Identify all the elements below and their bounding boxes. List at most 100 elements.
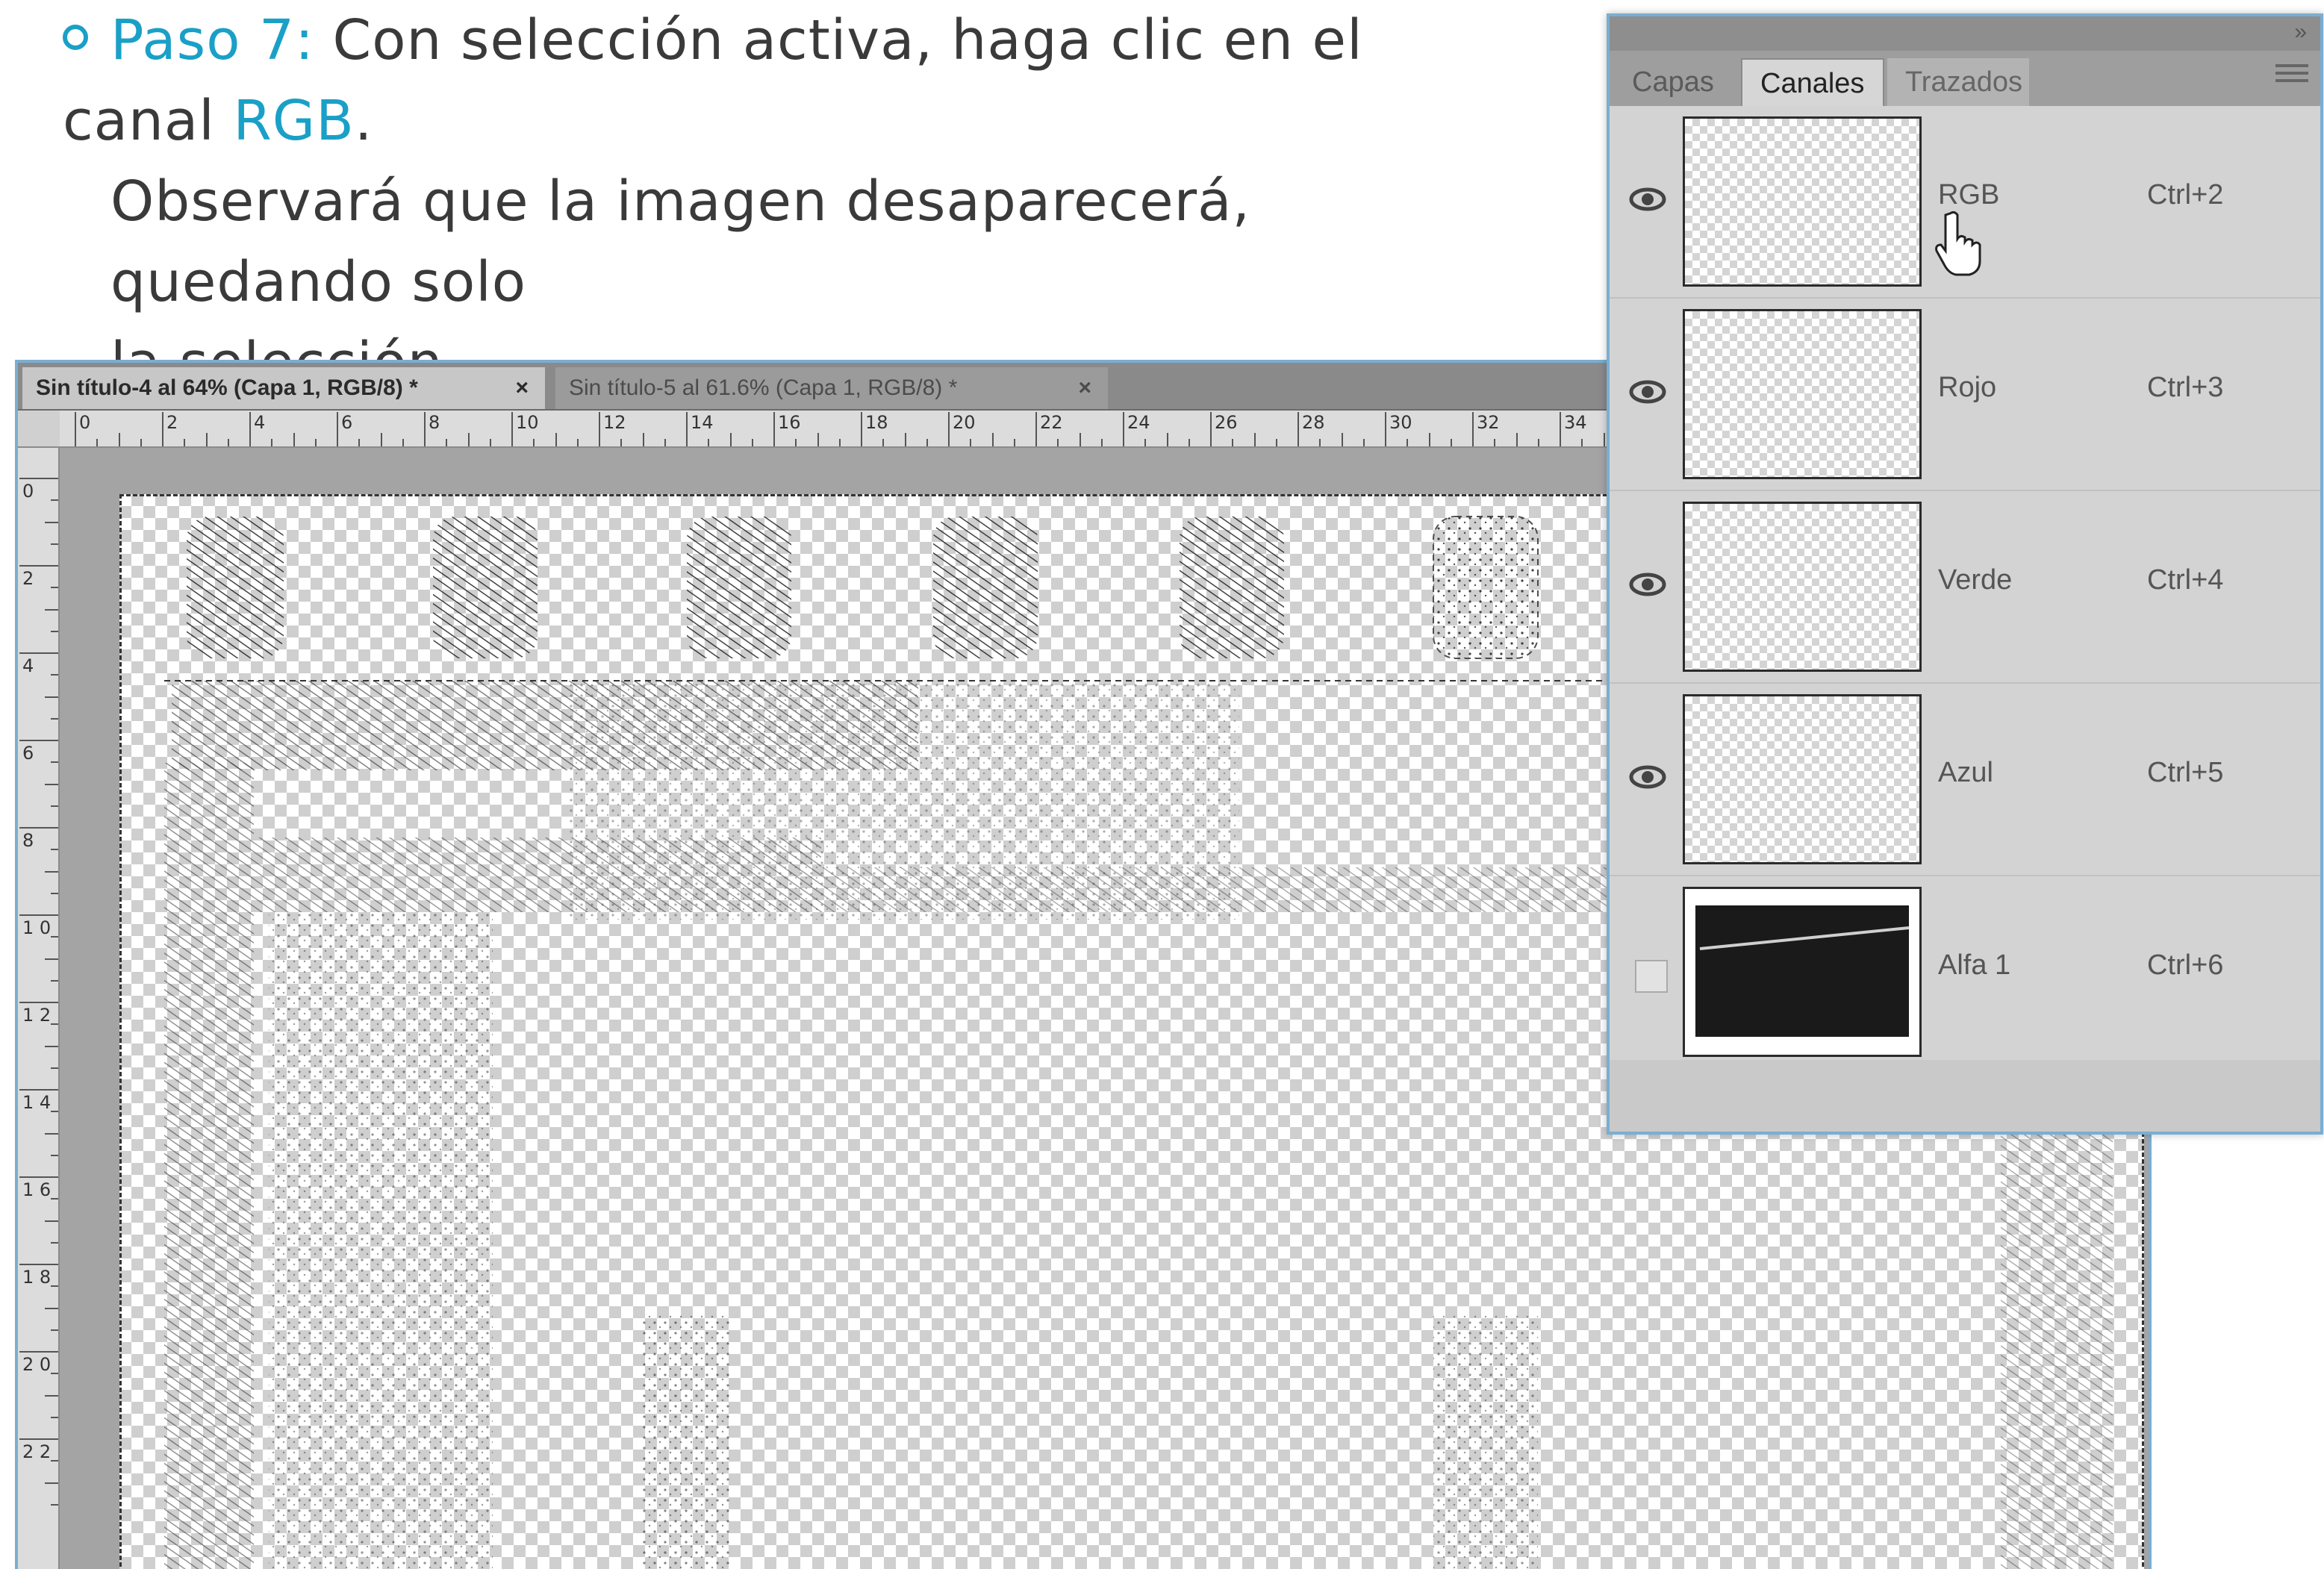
ruler-minor-tick: [51, 1373, 58, 1375]
ruler-corner[interactable]: [18, 411, 61, 448]
close-icon[interactable]: ×: [1078, 367, 1091, 409]
ruler-minor-tick: [51, 892, 58, 894]
eye-icon[interactable]: [1626, 755, 1669, 799]
ruler-minor-tick: [1079, 433, 1081, 446]
ruler-minor-tick: [205, 433, 208, 446]
ruler-minor-tick: [555, 433, 557, 446]
ruler-tick: [1560, 412, 1561, 446]
eye-icon[interactable]: [1626, 178, 1669, 221]
ruler-tick: [19, 827, 58, 829]
channel-row-azul[interactable]: Azul Ctrl+5: [1610, 684, 2320, 876]
ruler-label: 2 2: [22, 1441, 52, 1462]
ruler-minor-tick: [1362, 439, 1365, 446]
ruler-minor-tick: [795, 439, 797, 446]
ruler-minor-tick: [51, 849, 58, 851]
ruler-label: 32: [1477, 412, 1500, 433]
ruler-minor-tick: [467, 433, 470, 446]
ruler-label: 12: [603, 412, 626, 433]
panel-menu-icon[interactable]: [2275, 64, 2308, 87]
channel-thumbnail-alpha: [1683, 887, 1922, 1057]
ruler-minor-tick: [1406, 439, 1409, 446]
ruler-tick: [1035, 412, 1037, 446]
ruler-tick: [249, 412, 251, 446]
ruler-minor-tick: [140, 439, 142, 446]
close-icon[interactable]: ×: [515, 367, 529, 409]
channel-row-verde[interactable]: Verde Ctrl+4: [1610, 491, 2320, 684]
eye-icon[interactable]: [1626, 370, 1669, 414]
ruler-label: 6: [341, 412, 353, 433]
ruler-minor-tick: [1013, 439, 1015, 446]
channels-panel: » Capas Canales Trazados RGB Ctrl+2 Rojo…: [1607, 13, 2323, 1135]
ruler-minor-tick: [51, 1241, 58, 1244]
channel-row-rgb[interactable]: RGB Ctrl+2: [1610, 106, 2320, 299]
ruler-label: 20: [953, 412, 976, 433]
collapse-icon[interactable]: »: [2294, 19, 2307, 45]
ruler-label: 2 0: [22, 1354, 52, 1375]
eye-icon[interactable]: [1626, 563, 1669, 606]
ruler-minor-tick: [642, 433, 644, 446]
ruler-tick: [424, 412, 426, 446]
ruler-minor-tick: [1581, 439, 1583, 446]
ruler-label: 14: [691, 412, 714, 433]
tab-trazados[interactable]: Trazados: [1887, 58, 2029, 106]
ruler-label: 1 2: [22, 1005, 52, 1026]
vertical-ruler[interactable]: 0 2 4 6 8 1 0 1 2 1 4 1 6 1 8 2 0 2 2: [18, 448, 60, 1569]
ruler-minor-tick: [380, 433, 382, 446]
ruler-label: 8: [22, 830, 34, 851]
ruler-tick: [686, 412, 688, 446]
ruler-minor-tick: [1494, 439, 1496, 446]
visibility-toggle-off[interactable]: [1635, 960, 1668, 993]
channel-thumbnail: [1683, 694, 1922, 864]
ruler-minor-tick: [51, 674, 58, 676]
ruler-minor-tick: [118, 433, 120, 446]
ruler-minor-tick: [1515, 433, 1518, 446]
channel-shortcut: Ctrl+3: [2147, 372, 2224, 403]
ruler-tick: [1123, 412, 1124, 446]
ruler-tick: [19, 1089, 58, 1091]
ruler-minor-tick: [1450, 439, 1452, 446]
ruler-minor-tick: [45, 783, 58, 785]
panel-title-bar[interactable]: »: [1610, 16, 2320, 51]
ruler-minor-tick: [446, 439, 448, 446]
ruler-minor-tick: [708, 439, 710, 446]
channel-shortcut: Ctrl+4: [2147, 564, 2224, 596]
ruler-tick: [1472, 412, 1474, 446]
ruler-minor-tick: [1144, 439, 1147, 446]
ruler-minor-tick: [1253, 433, 1256, 446]
ruler-tick: [1297, 412, 1299, 446]
document-tab-label: Sin título-4 al 64% (Capa 1, RGB/8) *: [36, 375, 418, 400]
channel-thumbnail: [1683, 502, 1922, 672]
document-tab-active[interactable]: Sin título-4 al 64% (Capa 1, RGB/8) * ×: [22, 367, 545, 409]
ruler-minor-tick: [1319, 439, 1321, 446]
ruler-label: 1 6: [22, 1179, 52, 1200]
ruler-tick: [511, 412, 513, 446]
ruler-minor-tick: [991, 433, 994, 446]
ruler-tick: [337, 412, 338, 446]
hand-pointer-icon: [1935, 210, 1981, 276]
ruler-label: 2: [22, 568, 34, 589]
ruler-label: 2: [166, 412, 178, 433]
channel-list: RGB Ctrl+2 Rojo Ctrl+3 Verde Ctrl+4 Azul…: [1610, 106, 2320, 1069]
channel-thumbnail: [1683, 309, 1922, 479]
channel-row-rojo[interactable]: Rojo Ctrl+3: [1610, 299, 2320, 491]
tab-capas[interactable]: Capas: [1614, 58, 1738, 106]
ruler-tick: [773, 412, 775, 446]
ruler-minor-tick: [51, 936, 58, 938]
ruler-minor-tick: [314, 439, 317, 446]
tab-canales[interactable]: Canales: [1741, 58, 1884, 106]
document-tab-inactive[interactable]: Sin título-5 al 61.6% (Capa 1, RGB/8) * …: [555, 367, 1108, 409]
ruler-tick: [19, 914, 58, 916]
channel-row-alfa-1[interactable]: Alfa 1 Ctrl+6: [1610, 876, 2320, 1069]
channel-name: Rojo: [1938, 372, 1997, 403]
ruler-minor-tick: [1603, 433, 1605, 446]
ruler-minor-tick: [45, 1220, 58, 1222]
ruler-minor-tick: [1275, 439, 1277, 446]
instruction-line-2: Observará que la imagen desaparecerá, qu…: [110, 169, 1250, 314]
ruler-minor-tick: [533, 439, 535, 446]
ruler-minor-tick: [1057, 439, 1059, 446]
ruler-minor-tick: [729, 433, 732, 446]
ruler-minor-tick: [45, 521, 58, 523]
ruler-minor-tick: [227, 439, 229, 446]
ruler-label: 22: [1040, 412, 1063, 433]
ruler-label: 0: [79, 412, 91, 433]
